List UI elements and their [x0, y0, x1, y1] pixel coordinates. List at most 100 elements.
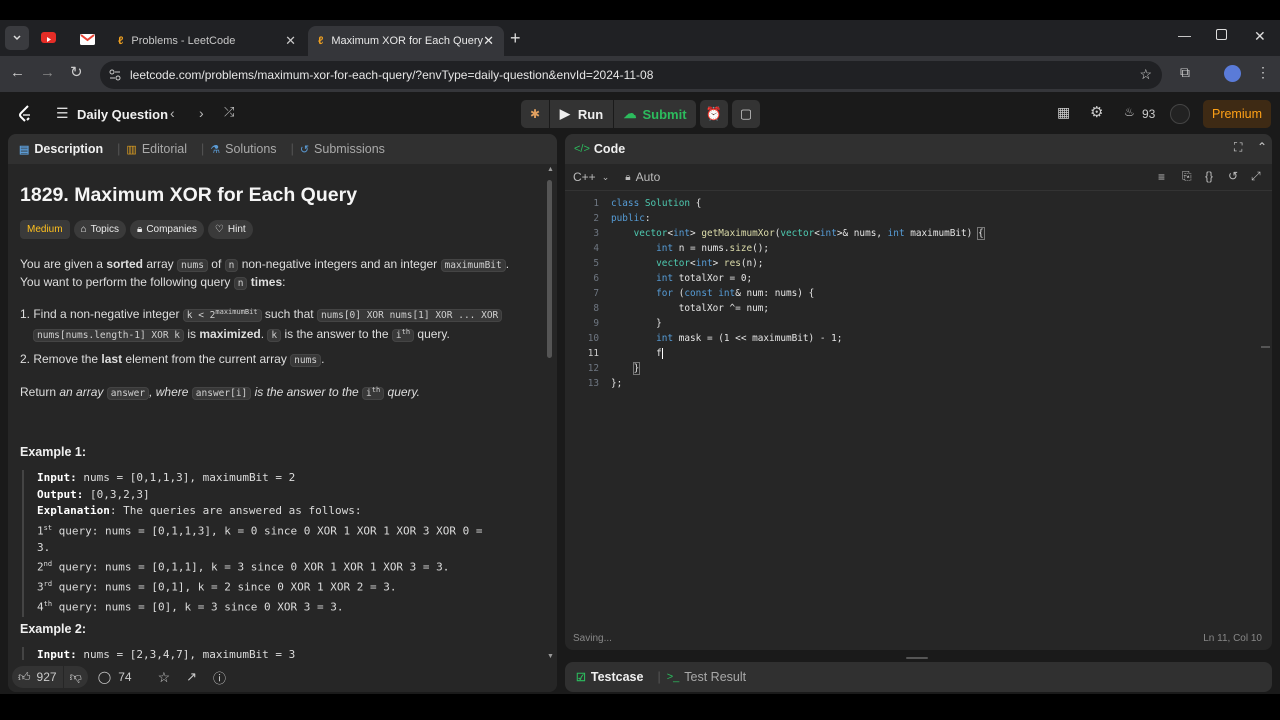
- description-panel: ▤ Description | ▥ Editorial | ⚗ Solutions |…: [8, 134, 557, 692]
- line-number: 1: [593, 198, 599, 209]
- tab-testcase-label: Testcase: [590, 670, 644, 684]
- difficulty-badge: Medium: [20, 220, 70, 239]
- code-line: vector<int> getMaximumXor(vector<int>& n…: [633, 227, 985, 240]
- tab-problems-title: Problems - LeetCode: [131, 35, 236, 47]
- cloud-upload-icon: ☁: [623, 106, 637, 121]
- problem-tags: Medium ⌂ Topics 🔒︎ Companies ♡ Hint: [20, 220, 257, 239]
- profile-avatar[interactable]: [1224, 65, 1241, 82]
- line-number: 12: [587, 363, 599, 374]
- tab-test-result[interactable]: >_ Test Result: [667, 670, 746, 684]
- problem-intro: You are given a sorted array nums of n n…: [20, 257, 510, 290]
- scrollbar-thumb[interactable]: [547, 180, 552, 358]
- tab-description[interactable]: ▤ Description: [19, 142, 103, 156]
- hint-pill[interactable]: ♡ Hint: [207, 220, 253, 239]
- url-bar[interactable]: leetcode.com/problems/maximum-xor-for-ea…: [100, 61, 1162, 89]
- submit-label: Submit: [642, 106, 687, 122]
- prev-problem-icon[interactable]: ‹: [170, 105, 175, 121]
- code-editor[interactable]: 1 2 3 4 5 6 7 8 9 10 11 12 13 class Solution { publi…: [565, 196, 1270, 576]
- submit-button[interactable]: ☁ Submit: [614, 100, 696, 128]
- code-line: int n = nums.size();: [656, 243, 770, 254]
- fullscreen-icon[interactable]: ⛶: [1234, 140, 1242, 155]
- code-title: Code: [593, 142, 626, 156]
- tab-solutions[interactable]: ⚗ Solutions: [210, 142, 276, 156]
- lightbulb-icon: ♡: [214, 224, 224, 235]
- history-icon: ↺: [299, 143, 310, 156]
- line-number: 8: [593, 303, 599, 314]
- topics-label: Topics: [90, 224, 119, 235]
- bug-icon: ✱: [529, 107, 541, 121]
- format-icon[interactable]: ≡: [1158, 170, 1165, 184]
- minimize-button[interactable]: —: [1178, 28, 1191, 43]
- help-icon[interactable]: ⓘ: [213, 668, 226, 687]
- share-icon[interactable]: ↗: [186, 669, 197, 685]
- code-line: int totalXor = 0;: [656, 273, 753, 284]
- language-select[interactable]: C++ ⌄: [573, 170, 609, 184]
- line-gutter: 1 2 3 4 5 6 7 8 9 10 11 12 13: [569, 196, 599, 391]
- forward-arrow-icon[interactable]: →: [40, 64, 55, 81]
- tab-search-button[interactable]: [5, 26, 29, 50]
- back-arrow-icon[interactable]: ←: [10, 64, 25, 81]
- auto-mode[interactable]: 🔒︎ Auto: [625, 170, 660, 184]
- debug-button[interactable]: ✱: [521, 100, 549, 128]
- timer-button[interactable]: ⏰: [700, 100, 728, 128]
- problem-title[interactable]: 1829. Maximum XOR for Each Query: [20, 184, 357, 207]
- tab-editorial[interactable]: ▥ Editorial: [126, 142, 187, 156]
- layout-icon[interactable]: ▦: [1057, 104, 1070, 121]
- description-scrollbar[interactable]: ▲ ▼: [545, 166, 554, 660]
- new-tab-button[interactable]: +: [510, 28, 521, 49]
- lock-icon: 🔒︎: [625, 171, 631, 183]
- description-icon: ▤: [19, 143, 30, 156]
- next-problem-icon[interactable]: ›: [199, 105, 204, 121]
- tab-maximum-xor[interactable]: ℓ Maximum XOR for Each Query ✕: [308, 26, 504, 56]
- browser-menu-icon[interactable]: ⋮: [1256, 64, 1270, 81]
- shuffle-icon[interactable]: ⤮: [224, 104, 234, 120]
- expand-icon[interactable]: ⤢: [1251, 169, 1261, 184]
- flask-icon: ⚗: [210, 143, 221, 156]
- code-panel: </> Code ⛶ ⌃ C++ ⌄ 🔒︎ Auto ≡ ⎘ {} ↺ ⤢ 1234…: [565, 134, 1272, 650]
- step-2: 2. Remove the last element from the curr…: [20, 352, 325, 367]
- problem-list-icon[interactable]: ☰: [56, 105, 69, 122]
- close-icon[interactable]: ✕: [483, 33, 494, 49]
- reload-icon[interactable]: ↻: [70, 63, 83, 81]
- premium-button[interactable]: Premium: [1203, 100, 1271, 128]
- gmail-icon[interactable]: [80, 32, 95, 45]
- dislike-button[interactable]: 👎︎: [63, 666, 88, 688]
- like-button[interactable]: 👍︎ 927: [12, 666, 63, 688]
- user-avatar[interactable]: [1170, 104, 1190, 124]
- tab-testcase[interactable]: ☑ Testcase: [576, 670, 643, 684]
- save-status: Saving...: [573, 633, 612, 644]
- streak-flame-icon[interactable]: ♨: [1124, 105, 1135, 119]
- resize-handle[interactable]: [906, 657, 928, 659]
- comments-button[interactable]: ◯ 74: [98, 670, 132, 684]
- tab-submissions[interactable]: ↺ Submissions: [300, 142, 385, 156]
- notes-button[interactable]: ▢: [732, 100, 760, 128]
- alarm-clock-icon: ⏰: [705, 106, 723, 121]
- maximize-button[interactable]: [1216, 29, 1227, 40]
- favorite-star-icon[interactable]: ☆: [158, 669, 171, 686]
- bookmark-icon[interactable]: ⎘: [1182, 169, 1192, 184]
- close-window-button[interactable]: ✕: [1254, 28, 1266, 45]
- site-info-icon[interactable]: [109, 69, 121, 81]
- tab-problems[interactable]: ℓ Problems - LeetCode ✕: [108, 26, 306, 56]
- run-button[interactable]: ▶ Run: [550, 100, 613, 128]
- topics-pill[interactable]: ⌂ Topics: [73, 220, 126, 239]
- mode-label: Auto: [635, 170, 661, 184]
- url-text: leetcode.com/problems/maximum-xor-for-ea…: [130, 68, 654, 82]
- settings-gear-icon[interactable]: ⚙: [1090, 103, 1103, 121]
- bookmark-star-icon[interactable]: ☆: [1139, 66, 1152, 83]
- lock-icon: 🔒︎: [136, 224, 143, 235]
- collapse-chevron-icon[interactable]: ⌃: [1257, 140, 1267, 154]
- editor-toolbar: C++ ⌄ 🔒︎ Auto ≡ ⎘ {} ↺ ⤢: [565, 164, 1272, 191]
- youtube-icon[interactable]: [41, 32, 56, 43]
- braces-icon[interactable]: {}: [1205, 169, 1213, 183]
- reset-icon[interactable]: ↺: [1228, 169, 1238, 183]
- return-statement: Return an array answer, where answer[i] …: [20, 385, 420, 401]
- line-number: 13: [587, 378, 599, 389]
- leetcode-logo-icon[interactable]: [17, 104, 34, 123]
- close-icon[interactable]: ✕: [285, 33, 296, 49]
- line-number: 7: [593, 288, 599, 299]
- testcase-panel: ☑ Testcase | >_ Test Result: [565, 662, 1272, 692]
- daily-question-title[interactable]: Daily Question: [77, 107, 168, 122]
- extensions-icon[interactable]: ⧉: [1180, 64, 1190, 81]
- companies-pill[interactable]: 🔒︎ Companies: [129, 220, 204, 239]
